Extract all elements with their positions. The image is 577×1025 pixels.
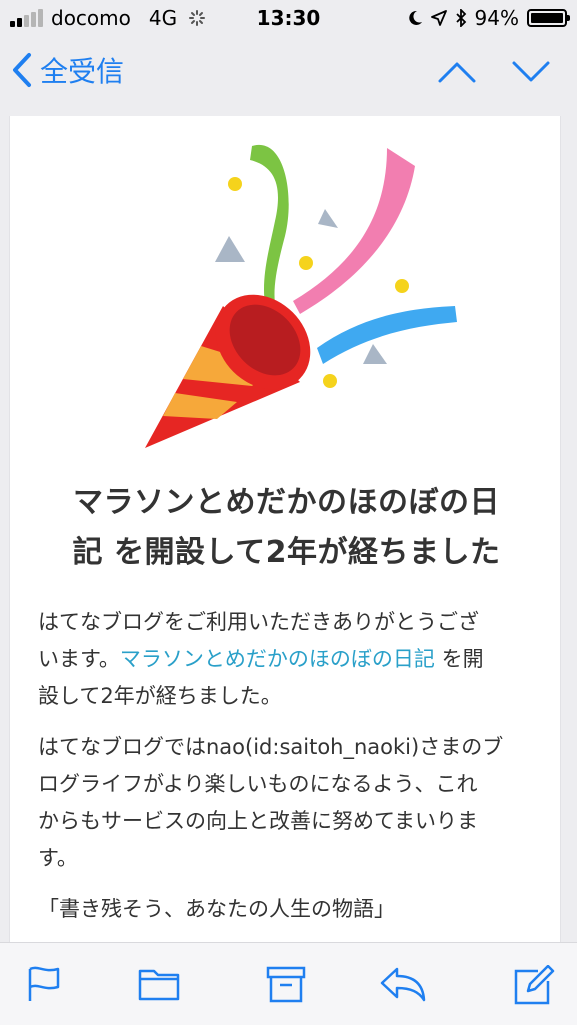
- p3-line-1: 「書き残そう、あなたの人生の物語」: [38, 897, 395, 921]
- reply-button[interactable]: [379, 965, 427, 1007]
- location-icon: [430, 10, 447, 26]
- folder-icon: [138, 969, 180, 1001]
- bluetooth-icon: [455, 9, 466, 27]
- previous-message-button[interactable]: [437, 60, 477, 88]
- email-body: マラソンとめだかのほのぼの日 記 を開設して2年が経ちました はてなブログをご利…: [9, 116, 561, 942]
- blog-link[interactable]: マラソンとめだかのほのぼの日記: [120, 647, 435, 671]
- next-message-button[interactable]: [511, 60, 551, 88]
- p2-line-2: ログライフがより楽しいものになるよう、これ: [38, 772, 478, 796]
- bottom-toolbar: [0, 942, 577, 1025]
- chevron-up-icon: [438, 62, 476, 83]
- archive-icon: [266, 966, 306, 1003]
- chevron-left-icon: [13, 53, 31, 87]
- p1-line-2a: います。: [38, 647, 120, 671]
- p1-line-1: はてなブログをご利用いただきありがとうござ: [38, 610, 479, 634]
- archive-button[interactable]: [266, 965, 306, 1007]
- compose-button[interactable]: [512, 964, 556, 1009]
- p2-line-1: はてなブログではnao(id:saitoh_naoki)さまのブ: [38, 735, 504, 759]
- flag-button[interactable]: [26, 965, 62, 1007]
- back-label: 全受信: [40, 55, 125, 88]
- p1-line-2b: を開: [434, 647, 484, 671]
- party-popper-icon: [145, 144, 457, 448]
- p2-line-4: す。: [38, 846, 78, 870]
- battery-percent: 94%: [474, 6, 519, 30]
- email-headline: マラソンとめだかのほのぼの日 記 を開設して2年が経ちました: [34, 478, 539, 578]
- flag-icon: [28, 966, 60, 1001]
- headline-line-2: 記 を開設して2年が経ちました: [72, 535, 501, 570]
- p1-line-3: 設して2年が経ちました。: [38, 684, 282, 708]
- p2-line-3: からもサービスの向上と改善に努めてまいりま: [38, 809, 478, 833]
- reply-icon: [380, 967, 426, 1002]
- moon-icon: [408, 10, 422, 25]
- email-text: はてなブログをご利用いただきありがとうござ います。マラソンとめだかのほのぼの日…: [38, 604, 535, 942]
- chevron-down-icon: [512, 61, 550, 82]
- paragraph-3: 「書き残そう、あなたの人生の物語」: [38, 891, 535, 928]
- compose-icon: [514, 964, 555, 1005]
- headline-line-1: マラソンとめだかのほのぼの日: [73, 485, 500, 520]
- move-to-folder-button[interactable]: [138, 965, 180, 1005]
- status-bar: docomo 4G 13:30 94%: [0, 0, 577, 40]
- back-button[interactable]: 全受信: [12, 50, 124, 90]
- paragraph-1: はてなブログをご利用いただきありがとうござ います。マラソンとめだかのほのぼの日…: [38, 604, 535, 715]
- battery-icon: [527, 9, 570, 27]
- nav-bar: 全受信: [0, 40, 577, 112]
- paragraph-2: はてなブログではnao(id:saitoh_naoki)さまのブ ログライフがよ…: [38, 729, 535, 877]
